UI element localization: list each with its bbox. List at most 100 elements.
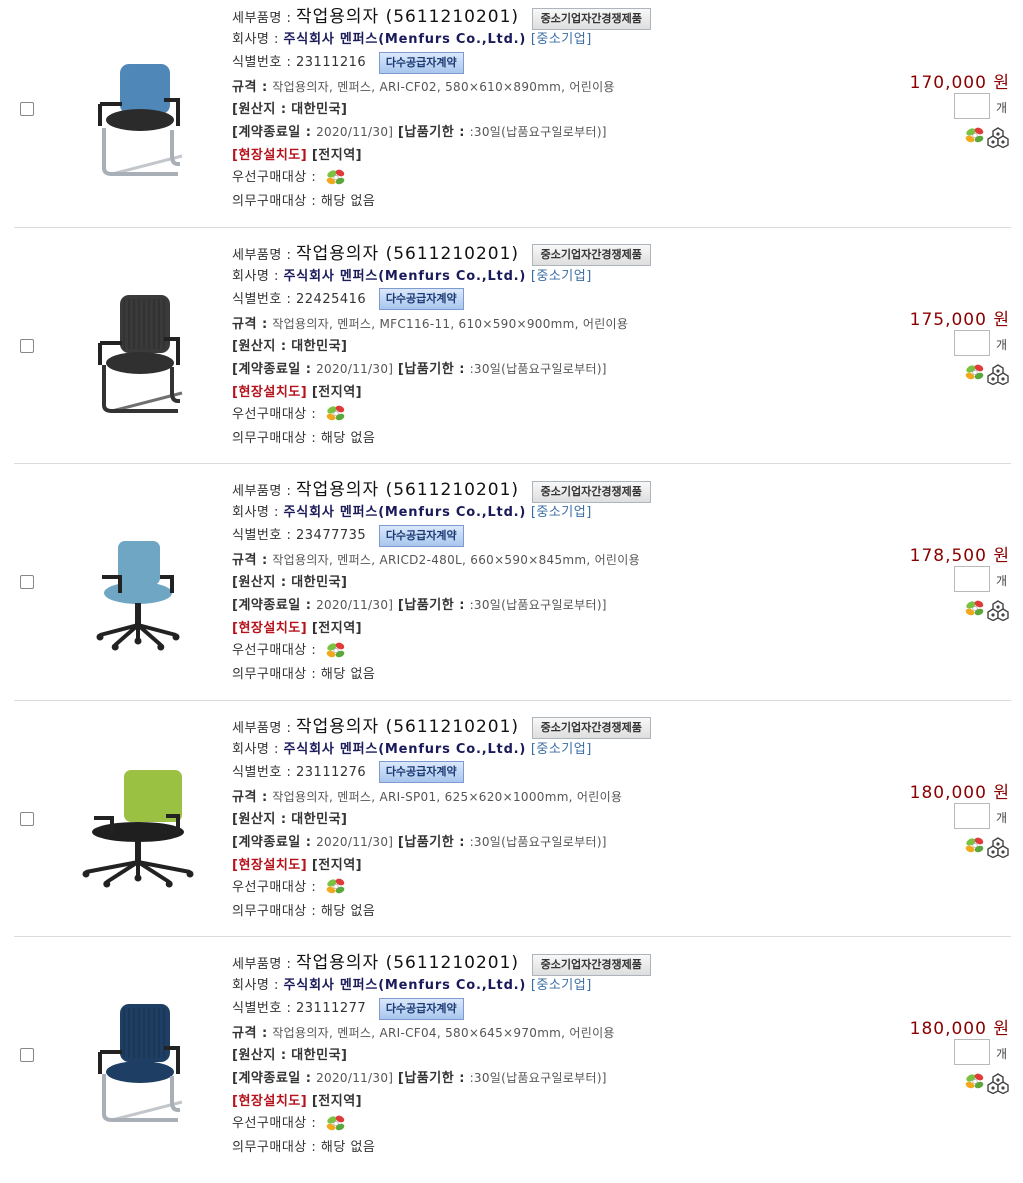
priority-label: 우선구매대상 :	[232, 643, 317, 658]
spec-label: 규격 :	[232, 316, 268, 332]
product-thumbnail[interactable]	[82, 525, 194, 653]
origin-line: [원산지 : 대한민국]	[232, 335, 347, 354]
select-checkbox[interactable]	[20, 575, 34, 589]
company-line: 회사명 : 주식회사 멘퍼스(Menfurs Co.,Ltd.) [중소기업]	[232, 28, 592, 47]
select-checkbox[interactable]	[20, 1048, 34, 1062]
row-icons	[964, 836, 1012, 858]
product-row: 세부품명 : 작업용의자 (5611210201) 중소기업자간경쟁제품 회사명…	[0, 0, 1023, 237]
mandatory-line: 의무구매대상 : 해당 없음	[232, 190, 375, 209]
company-name-link[interactable]: 주식회사 멘퍼스(Menfurs Co.,Ltd.)	[284, 269, 527, 284]
smb-competition-badge: 중소기업자간경쟁제품	[531, 480, 651, 503]
contract-line: [계약종료일 : 2020/11/30] [납품기한 : :30일(납품요구일로…	[232, 121, 607, 140]
multi-supplier-contract-badge: 다수공급자계약	[378, 997, 464, 1020]
green-product-icon	[325, 641, 347, 661]
quantity-input[interactable]	[954, 1039, 990, 1065]
quantity-input[interactable]	[954, 93, 990, 119]
unit-label: 개	[996, 574, 1008, 588]
contract-line: [계약종료일 : 2020/11/30] [납품기한 : :30일(납품요구일로…	[232, 358, 607, 377]
company-name-link[interactable]: 주식회사 멘퍼스(Menfurs Co.,Ltd.)	[284, 32, 527, 47]
id-line: 식별번호 : 23111277 다수공급자계약	[232, 997, 464, 1020]
unit-label: 개	[996, 810, 1008, 825]
id-number: 23111277	[296, 1001, 367, 1016]
id-line: 식별번호 : 23111216 다수공급자계약	[232, 51, 464, 74]
id-number: 23111216	[296, 55, 367, 70]
product-thumbnail[interactable]	[82, 762, 194, 890]
contract-end-label: [계약종료일 :	[232, 125, 312, 140]
mandatory-label: 의무구매대상 :	[232, 194, 317, 209]
install-line: [현장설치도] [전지역]	[232, 617, 362, 636]
green-product-icon	[964, 599, 986, 619]
unit-label: 개	[996, 101, 1008, 115]
company-type: [중소기업]	[530, 741, 592, 757]
priority-line: 우선구매대상 :	[232, 876, 347, 898]
product-thumbnail[interactable]	[82, 52, 194, 180]
spec-label: 규격 :	[232, 789, 268, 805]
company-name-link[interactable]: 주식회사 멘퍼스(Menfurs Co.,Ltd.)	[284, 505, 527, 520]
install-value: [전지역]	[311, 857, 363, 873]
detail-name-label: 세부품명 :	[232, 11, 292, 26]
product-row: 세부품명 : 작업용의자 (5611210201) 중소기업자간경쟁제품 회사명…	[0, 226, 1023, 474]
green-product-icon	[964, 126, 986, 146]
install-value: [전지역]	[311, 1094, 363, 1109]
quantity-input[interactable]	[954, 566, 990, 592]
company-name-link[interactable]: 주식회사 멘퍼스(Menfurs Co.,Ltd.)	[284, 978, 527, 993]
install-label: [현장설치도]	[232, 148, 308, 163]
smb-competition-badge: 중소기업자간경쟁제품	[531, 7, 651, 30]
compare-icon[interactable]	[986, 127, 1010, 149]
spec-line: 규격 : 작업용의자, 멘퍼스, ARI-CF02, 580×610×890mm…	[232, 76, 615, 95]
row-divider	[14, 936, 1011, 937]
delivery-label: [납품기한 :	[397, 1071, 465, 1086]
origin-value: 대한민국]	[291, 1048, 348, 1063]
multi-supplier-contract-badge: 다수공급자계약	[378, 524, 464, 547]
select-checkbox[interactable]	[20, 811, 34, 826]
delivery-value: :30일(납품요구일로부터)]	[469, 1071, 607, 1085]
origin-value: 대한민국]	[291, 102, 348, 117]
origin-line: [원산지 : 대한민국]	[232, 98, 347, 117]
origin-value: 대한민국]	[291, 338, 348, 354]
detail-name-line: 세부품명 : 작업용의자 (5611210201) 중소기업자간경쟁제품	[232, 475, 651, 503]
price-value: 180,000	[909, 1019, 987, 1039]
mandatory-value: 해당 없음	[320, 430, 376, 446]
product-name-link[interactable]: 작업용의자 (5611210201)	[296, 480, 519, 500]
company-line: 회사명 : 주식회사 멘퍼스(Menfurs Co.,Ltd.) [중소기업]	[232, 501, 592, 520]
priority-line: 우선구매대상 :	[232, 639, 347, 661]
product-thumbnail[interactable]	[82, 289, 194, 417]
install-line: [현장설치도] [전지역]	[232, 144, 362, 163]
smb-competition-badge: 중소기업자간경쟁제품	[531, 244, 651, 266]
currency-label: 원	[993, 73, 1010, 93]
compare-icon[interactable]	[986, 1073, 1010, 1095]
contract-line: [계약종료일 : 2020/11/30] [납품기한 : :30일(납품요구일로…	[232, 1067, 607, 1086]
company-name-link[interactable]: 주식회사 멘퍼스(Menfurs Co.,Ltd.)	[284, 742, 527, 757]
origin-value: 대한민국]	[291, 811, 348, 827]
mandatory-line: 의무구매대상 : 해당 없음	[232, 1136, 375, 1155]
id-label: 식별번호 :	[232, 55, 292, 70]
product-thumbnail[interactable]	[82, 998, 194, 1126]
product-name-link[interactable]: 작업용의자 (5611210201)	[296, 7, 519, 27]
compare-icon[interactable]	[986, 363, 1010, 385]
select-checkbox[interactable]	[20, 338, 34, 353]
quantity-input[interactable]	[954, 802, 990, 829]
compare-icon[interactable]	[986, 600, 1010, 622]
product-name-link[interactable]: 작업용의자 (5611210201)	[296, 244, 519, 264]
spec-value: 작업용의자, 멘퍼스, ARI-CF02, 580×610×890mm, 어린이…	[272, 80, 615, 94]
origin-label: [원산지 :	[232, 575, 287, 590]
green-product-icon	[325, 168, 347, 188]
product-name-link[interactable]: 작업용의자 (5611210201)	[296, 953, 519, 973]
detail-name-label: 세부품명 :	[232, 957, 292, 972]
product-name-link[interactable]: 작업용의자 (5611210201)	[296, 717, 519, 737]
row-icons	[964, 126, 1012, 149]
company-type: [중소기업]	[530, 32, 592, 47]
smb-competition-badge: 중소기업자간경쟁제품	[531, 717, 651, 739]
compare-icon[interactable]	[986, 836, 1010, 858]
company-line: 회사명 : 주식회사 멘퍼스(Menfurs Co.,Ltd.) [중소기업]	[232, 738, 592, 757]
install-label: [현장설치도]	[232, 1094, 308, 1109]
spec-value: 작업용의자, 멘퍼스, ARI-SP01, 625×620×1000mm, 어린…	[272, 789, 623, 804]
mandatory-value: 해당 없음	[320, 1140, 376, 1155]
contract-end-value: 2020/11/30]	[316, 125, 394, 139]
company-label: 회사명 :	[232, 32, 279, 47]
company-label: 회사명 :	[232, 268, 279, 284]
select-checkbox[interactable]	[20, 102, 34, 116]
contract-end-label: [계약종료일 :	[232, 834, 312, 850]
quantity-input[interactable]	[954, 329, 990, 356]
contract-end-value: 2020/11/30]	[316, 361, 394, 376]
